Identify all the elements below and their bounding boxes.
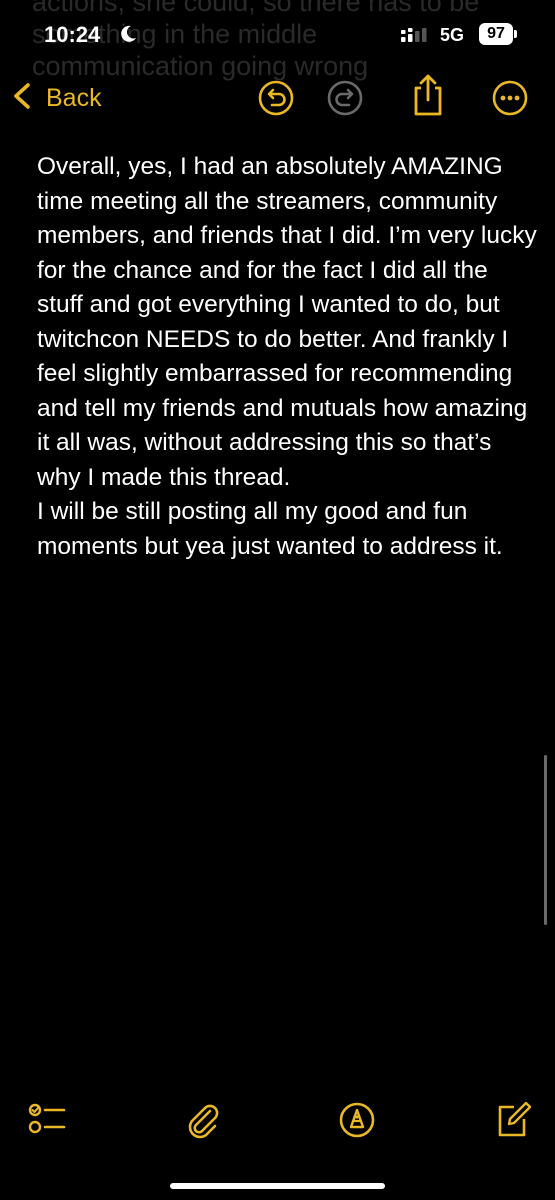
compose-button[interactable]	[492, 1099, 534, 1141]
back-button[interactable]: Back	[10, 78, 102, 118]
redo-icon	[325, 80, 365, 122]
note-paragraph: I will be still posting all my good and …	[37, 498, 503, 560]
note-body[interactable]: Overall, yes, I had an absolutely AMAZIN…	[37, 150, 537, 564]
attachment-button[interactable]	[182, 1099, 224, 1141]
home-indicator[interactable]	[170, 1183, 385, 1189]
status-bar: 10:24 5G 97	[0, 0, 555, 70]
chevron-left-icon	[10, 81, 36, 116]
share-icon	[408, 74, 448, 122]
battery-level: 97	[487, 25, 505, 42]
moon-icon	[118, 24, 138, 44]
more-options-button[interactable]	[490, 78, 530, 118]
redo-button[interactable]	[325, 78, 365, 118]
battery-icon: 97	[479, 23, 513, 45]
more-icon	[490, 80, 530, 122]
undo-button[interactable]	[256, 78, 296, 118]
battery-tip	[514, 30, 517, 38]
checklist-icon	[26, 1103, 68, 1145]
network-type: 5G	[440, 25, 465, 45]
markup-icon	[336, 1102, 378, 1145]
checklist-button[interactable]	[26, 1099, 68, 1141]
back-label: Back	[46, 83, 102, 112]
signal-icon	[401, 27, 431, 43]
note-paragraph: Overall, yes, I had an absolutely AMAZIN…	[37, 153, 537, 491]
bottom-toolbar	[0, 1085, 555, 1155]
notes-toolbar: Back	[0, 70, 555, 130]
markup-button[interactable]	[336, 1099, 378, 1141]
undo-icon	[256, 80, 296, 122]
compose-icon	[492, 1101, 534, 1145]
paperclip-icon	[182, 1104, 224, 1145]
scrollbar[interactable]	[544, 755, 547, 925]
clock-time: 10:24	[44, 22, 101, 47]
share-button[interactable]	[408, 72, 448, 118]
